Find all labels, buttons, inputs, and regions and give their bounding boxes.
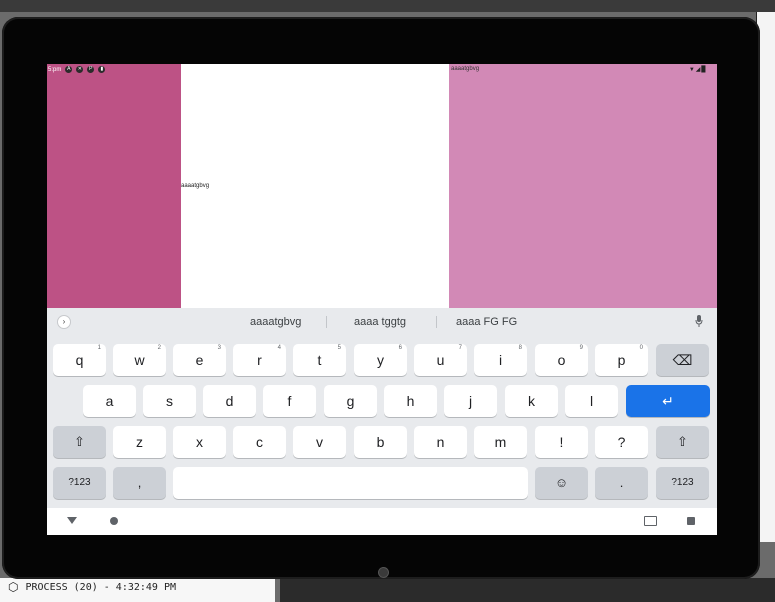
period-key[interactable]: . xyxy=(595,467,648,499)
status-bar-left: 5:pm A ✕ P ▮ xyxy=(48,66,106,73)
shift-icon: ⇧ xyxy=(74,434,85,449)
key-b[interactable]: b xyxy=(354,426,407,458)
status-time: 5:pm xyxy=(48,66,62,73)
process-status: ⬡ PROCESS (20) - 4:32:49 PM xyxy=(8,580,176,594)
microphone-icon[interactable] xyxy=(695,315,703,327)
suggestion-3[interactable]: aaaa FG FG xyxy=(456,316,517,328)
status-right-text: aaaatgbvg xyxy=(451,66,480,72)
key-label: t xyxy=(317,352,322,368)
key-n[interactable]: n xyxy=(414,426,467,458)
cube-icon: ⬡ xyxy=(8,580,19,594)
panel-left[interactable]: 5:pm A ✕ P ▮ xyxy=(47,64,181,308)
key-label: q xyxy=(75,352,84,368)
key-q[interactable]: q1 xyxy=(53,344,106,376)
key-y[interactable]: y6 xyxy=(354,344,407,376)
navigation-bar xyxy=(47,508,717,535)
key-label: u xyxy=(436,352,445,368)
background-bottom xyxy=(280,578,775,602)
process-status-text: PROCESS (20) - 4:32:49 PM xyxy=(25,581,176,593)
key-m[interactable]: m xyxy=(474,426,527,458)
key-u[interactable]: u7 xyxy=(414,344,467,376)
nav-back-icon[interactable] xyxy=(67,517,77,524)
expand-chevron-icon[interactable]: › xyxy=(57,315,71,329)
key-e[interactable]: e3 xyxy=(173,344,226,376)
backspace-icon: ⌫ xyxy=(672,352,693,368)
key-p[interactable]: p0 xyxy=(595,344,648,376)
key-s[interactable]: s xyxy=(143,385,196,417)
key-x[interactable]: x xyxy=(173,426,226,458)
key-hint: 6 xyxy=(398,345,402,351)
key-hint: 8 xyxy=(518,345,522,351)
suggestion-divider xyxy=(436,316,437,328)
key-hint: 0 xyxy=(639,345,643,351)
panel-middle[interactable]: aaaatgbvg xyxy=(181,64,449,308)
space-bar[interactable] xyxy=(173,467,528,499)
key-hint: 9 xyxy=(579,345,583,351)
battery-saver-icon: ▮ xyxy=(98,66,106,73)
shift-icon: ⇧ xyxy=(677,434,688,449)
camera-icon xyxy=(379,568,388,577)
key-label: i xyxy=(498,352,503,368)
suggestion-2[interactable]: aaaa tggtg xyxy=(354,316,406,328)
key-hint: 7 xyxy=(458,345,462,351)
key-hint: 3 xyxy=(217,345,221,351)
key-label: o xyxy=(557,352,566,368)
suggestion-strip: › aaaatgbvg aaaa tggtg aaaa FG FG xyxy=(47,308,717,336)
key-l[interactable]: l xyxy=(565,385,618,417)
key-w[interactable]: w2 xyxy=(113,344,166,376)
key-h[interactable]: h xyxy=(384,385,437,417)
key-label: p xyxy=(617,352,626,368)
key-z[interactable]: z xyxy=(113,426,166,458)
key-label: e xyxy=(195,352,204,368)
key-exclamation[interactable]: ! xyxy=(535,426,588,458)
typed-text: aaaatgbvg xyxy=(181,183,210,189)
key-label: y xyxy=(377,352,384,368)
key-v[interactable]: v xyxy=(293,426,346,458)
notification-icon: P xyxy=(87,66,95,73)
key-hint: 1 xyxy=(97,345,101,351)
key-a[interactable]: a xyxy=(83,385,136,417)
key-label: r xyxy=(257,352,262,368)
key-k[interactable]: k xyxy=(505,385,558,417)
suggestion-divider xyxy=(326,316,327,328)
comma-key[interactable]: , xyxy=(113,467,166,499)
key-j[interactable]: j xyxy=(444,385,497,417)
key-question[interactable]: ? xyxy=(595,426,648,458)
key-d[interactable]: d xyxy=(203,385,256,417)
suggestion-1[interactable]: aaaatgbvg xyxy=(250,316,301,328)
panel-right[interactable]: aaaatgbvg ▼◢▉ xyxy=(449,64,717,308)
signal-battery-icons: ▼◢▉ xyxy=(688,67,707,73)
shift-key-left[interactable]: ⇧ xyxy=(53,426,106,458)
enter-key[interactable]: ↵ xyxy=(626,385,710,417)
nav-recents-icon[interactable] xyxy=(687,517,695,525)
key-i[interactable]: i8 xyxy=(474,344,527,376)
key-f[interactable]: f xyxy=(263,385,316,417)
notification-icon: A xyxy=(65,66,73,73)
key-o[interactable]: o9 xyxy=(535,344,588,376)
key-label: w xyxy=(134,352,145,368)
key-c[interactable]: c xyxy=(233,426,286,458)
nav-home-icon[interactable] xyxy=(110,517,118,525)
enter-icon: ↵ xyxy=(662,393,674,409)
key-g[interactable]: g xyxy=(324,385,377,417)
key-r[interactable]: r4 xyxy=(233,344,286,376)
shift-key-right[interactable]: ⇧ xyxy=(656,426,709,458)
symbols-key-right[interactable]: ?123 xyxy=(656,467,709,499)
background-top xyxy=(0,0,775,12)
symbols-key-left[interactable]: ?123 xyxy=(53,467,106,499)
onscreen-keyboard: › aaaatgbvg aaaa tggtg aaaa FG FG q1 w2 … xyxy=(47,308,717,508)
backspace-key[interactable]: ⌫ xyxy=(656,344,709,376)
key-t[interactable]: t5 xyxy=(293,344,346,376)
emoji-key[interactable]: ☺ xyxy=(535,467,588,499)
notification-icon: ✕ xyxy=(76,66,84,73)
key-hint: 2 xyxy=(157,345,161,351)
device-screen: 5:pm A ✕ P ▮ aaaatgbvg aaaatgbvg ▼◢▉ › a… xyxy=(47,64,717,535)
emoji-icon: ☺ xyxy=(554,475,569,490)
key-hint: 5 xyxy=(337,345,341,351)
keyboard-switch-icon[interactable] xyxy=(644,516,657,526)
key-hint: 4 xyxy=(277,345,281,351)
